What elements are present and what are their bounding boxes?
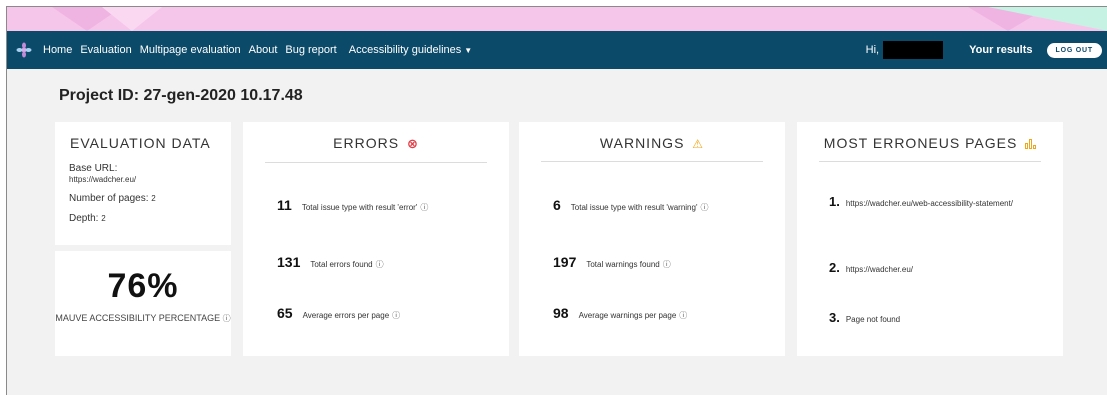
card-title: WARNINGS (599, 135, 685, 151)
most-erroneous-pages-card: MOST ERRONEUS PAGES 1. https://wadcher.eu… (797, 122, 1063, 356)
stat-number: 131 (277, 254, 301, 270)
bar-chart-icon (1025, 139, 1037, 150)
card-title: EVALUATION DATA (70, 135, 211, 151)
base-url-value: https://wadcher.eu/ (69, 175, 137, 184)
page-url: Page not found (845, 315, 901, 324)
page-url: https://wadcher.eu/web-accessibility-sta… (845, 199, 1014, 208)
logout-button[interactable]: LOG OUT (1046, 42, 1102, 58)
list-item[interactable]: 1. https://wadcher.eu/web-accessibility-s… (829, 194, 1037, 210)
logo-icon[interactable] (15, 41, 33, 59)
list-item[interactable]: 3. Page not found (829, 310, 1037, 326)
stat-text: Average errors per page (302, 311, 390, 320)
base-url-label: Base URL: (69, 163, 118, 174)
warning-icon: ⚠ (692, 137, 705, 151)
info-icon[interactable]: ⓘ (679, 310, 687, 321)
navbar: Home Evaluation Multipage evaluation Abo… (7, 31, 1107, 69)
stat-row: 6 Total issue type with result 'warning'… (553, 197, 708, 213)
pages-value: 2 (151, 194, 156, 203)
card-title: ERRORS (333, 135, 400, 151)
accessibility-percentage-card: 76% MAUVE ACCESSIBILITY PERCENTAGE ⓘ (55, 251, 231, 356)
list-rank: 1. (829, 194, 840, 209)
caret-down-icon: ▼ (464, 45, 473, 55)
stat-number: 197 (553, 254, 577, 270)
page-title: Project ID: 27-gen-2020 10.17.48 (59, 87, 303, 104)
stat-text: Total issue type with result 'error' (301, 203, 418, 212)
stat-number: 65 (277, 305, 293, 321)
nav-accessibility-guidelines-dropdown[interactable]: Accessibility guidelines ▼ (349, 44, 480, 56)
depth-label: Depth: (69, 213, 99, 224)
stat-number: 11 (277, 197, 292, 213)
info-icon[interactable]: ⓘ (700, 202, 708, 213)
stat-text: Average warnings per page (578, 311, 677, 320)
redacted-username (883, 41, 944, 59)
info-icon[interactable]: ⓘ (223, 314, 231, 323)
info-icon[interactable]: ⓘ (376, 259, 384, 270)
stat-row: 197 Total warnings found ⓘ (553, 254, 671, 270)
nav-about[interactable]: About (249, 44, 278, 56)
nav-bug-report[interactable]: Bug report (285, 44, 336, 56)
stat-row: 11 Total issue type with result 'error' … (277, 197, 428, 213)
errors-card: ERRORS ⊗ 11 Total issue type with result… (243, 122, 509, 356)
greeting: Hi, (865, 44, 880, 56)
info-icon[interactable]: ⓘ (420, 202, 428, 213)
list-rank: 2. (829, 260, 840, 275)
divider (541, 161, 763, 162)
stat-row: 98 Average warnings per page ⓘ (553, 305, 687, 321)
stat-row: 131 Total errors found ⓘ (277, 254, 384, 270)
accessibility-label: MAUVE ACCESSIBILITY PERCENTAGE (55, 313, 221, 323)
nav-evaluation[interactable]: Evaluation (80, 44, 131, 56)
info-icon[interactable]: ⓘ (663, 259, 671, 270)
accessibility-percentage: 76% (107, 267, 179, 305)
list-rank: 3. (829, 310, 840, 325)
evaluation-data-card: EVALUATION DATA Base URL: https://wadche… (55, 122, 231, 245)
depth-value: 2 (101, 214, 106, 223)
nav-guidelines-label: Accessibility guidelines (348, 44, 462, 56)
nav-multipage-evaluation[interactable]: Multipage evaluation (140, 44, 241, 56)
list-item[interactable]: 2. https://wadcher.eu/ (829, 260, 1037, 276)
nav-home[interactable]: Home (43, 44, 72, 56)
stat-row: 65 Average errors per page ⓘ (277, 305, 400, 321)
divider (819, 161, 1041, 162)
decorative-banner (7, 7, 1107, 31)
warnings-card: WARNINGS ⚠ 6 Total issue type with resul… (519, 122, 785, 356)
divider (265, 162, 487, 163)
error-icon: ⊗ (406, 136, 419, 151)
stat-text: Total errors found (310, 260, 373, 269)
stat-number: 6 (553, 197, 561, 213)
page-url: https://wadcher.eu/ (845, 265, 913, 274)
info-icon[interactable]: ⓘ (392, 310, 400, 321)
stat-text: Total warnings found (586, 260, 660, 269)
pages-label: Number of pages: (69, 193, 149, 204)
stat-text: Total issue type with result 'warning' (570, 203, 698, 212)
card-title: MOST ERRONEUS PAGES (823, 135, 1018, 151)
app-frame: Home Evaluation Multipage evaluation Abo… (6, 6, 1107, 395)
stat-number: 98 (553, 305, 569, 321)
your-results-link[interactable]: Your results (969, 44, 1032, 56)
